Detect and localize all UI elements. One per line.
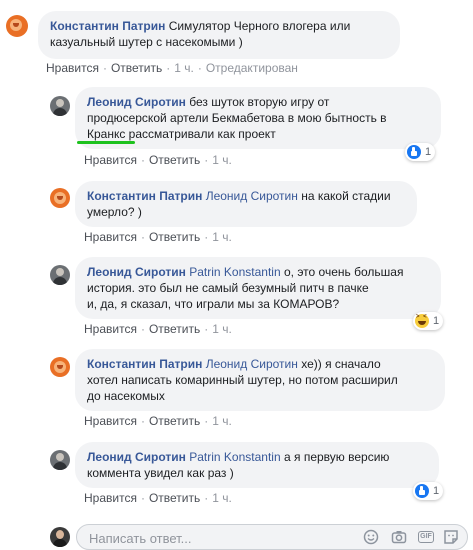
reply-link[interactable]: Ответить [111, 61, 162, 75]
current-user-avatar [50, 527, 70, 547]
comment-text: и, да, я сказал, что играли мы за КОМАРО… [87, 297, 340, 311]
comment-text: Кранкс рассматривали как проект [87, 127, 276, 141]
comment-actions: Нравится · Ответить · 1 ч. [84, 491, 232, 505]
like-reaction-icon [415, 484, 429, 498]
comment-bubble: Леонид Сиротин Patrin Konstantin о, это … [75, 257, 441, 319]
timestamp[interactable]: 1 ч. [212, 491, 232, 505]
comment-text: продюсерской артели Бекмабетова в мою бы… [87, 111, 387, 125]
reply-link[interactable]: Ответить [149, 414, 200, 428]
sticker-icon[interactable] [443, 529, 459, 545]
like-link[interactable]: Нравится [84, 414, 137, 428]
haha-reaction-icon [415, 314, 429, 328]
comment-actions: Нравится · Ответить · 1 ч. [84, 322, 232, 336]
reaction-number: 1 [425, 146, 432, 158]
comment-text: о, это очень большая [283, 265, 404, 279]
avatar[interactable] [50, 265, 70, 285]
like-link[interactable]: Нравится [84, 491, 137, 505]
comment-text: история. это был не самый безумный питч … [87, 281, 369, 295]
like-link[interactable]: Нравится [84, 322, 137, 336]
comment-bubble: Константин Патрин Леонид Сиротин на како… [75, 181, 417, 227]
like-reaction-icon [407, 145, 421, 159]
comment-text: хотел написать комаринный шутер, но пото… [87, 373, 398, 387]
comment-actions: Нравится · Ответить · 1 ч. · Отредактирован [46, 61, 298, 75]
timestamp[interactable]: 1 ч. [212, 414, 232, 428]
reply-link[interactable]: Ответить [149, 322, 200, 336]
reaction-number: 1 [433, 485, 440, 497]
avatar[interactable] [50, 450, 70, 470]
timestamp[interactable]: 1 ч. [212, 230, 232, 244]
mention-link[interactable]: Леонид Сиротин [206, 357, 298, 371]
reaction-count[interactable]: 1 [413, 312, 444, 330]
like-link[interactable]: Нравится [46, 61, 99, 75]
comment-actions: Нравится · Ответить · 1 ч. [84, 230, 232, 244]
reply-link[interactable]: Ответить [149, 491, 200, 505]
avatar[interactable] [6, 15, 28, 37]
comment-text: до насекомых [87, 389, 165, 403]
avatar[interactable] [50, 357, 70, 377]
like-link[interactable]: Нравится [84, 230, 137, 244]
comment-author[interactable]: Константин Патрин [87, 189, 202, 203]
comment-actions: Нравится · Ответить · 1 ч. [84, 153, 232, 167]
mention-link[interactable]: Patrin Konstantin [189, 265, 280, 279]
comment-text: Симулятор Черного влогера или [168, 19, 351, 33]
comment-author[interactable]: Константин Патрин [87, 357, 202, 371]
camera-icon[interactable] [391, 529, 407, 545]
comment-bubble: Леонид Сиротин без шуток вторую игру от … [75, 87, 441, 149]
timestamp[interactable]: 1 ч. [212, 153, 232, 167]
reply-link[interactable]: Ответить [149, 230, 200, 244]
timestamp[interactable]: 1 ч. [174, 61, 194, 75]
edited-label[interactable]: Отредактирован [206, 61, 298, 75]
comment-author[interactable]: Леонид Сиротин [87, 450, 186, 464]
reaction-count[interactable]: 1 [405, 143, 436, 161]
reaction-count[interactable]: 1 [413, 482, 444, 500]
comment-text: хе)) я сначало [301, 357, 381, 371]
emoji-icon[interactable] [363, 529, 379, 545]
highlight-underline [77, 141, 135, 144]
comment-actions: Нравится · Ответить · 1 ч. [84, 414, 232, 428]
reply-link[interactable]: Ответить [149, 153, 200, 167]
timestamp[interactable]: 1 ч. [212, 322, 232, 336]
avatar[interactable] [50, 96, 70, 116]
comment-bubble: Константин Патрин Леонид Сиротин хе)) я … [75, 349, 445, 411]
comment-text: коммента увидел как раз ) [87, 466, 234, 480]
avatar[interactable] [50, 188, 70, 208]
reply-composer: GIF [76, 524, 468, 550]
mention-link[interactable]: Леонид Сиротин [206, 189, 298, 203]
reaction-number: 1 [433, 315, 440, 327]
gif-icon[interactable]: GIF [418, 531, 434, 543]
comment-text: без шуток вторую игру от [189, 95, 330, 109]
comment-author[interactable]: Константин Патрин [50, 19, 165, 33]
comment-text: умерло? ) [87, 205, 142, 219]
comment-author[interactable]: Леонид Сиротин [87, 265, 186, 279]
comment-text: казуальный шутер с насекомыми ) [50, 35, 243, 49]
reply-input[interactable] [87, 528, 331, 548]
like-link[interactable]: Нравится [84, 153, 137, 167]
comment-text: на какой стадии [301, 189, 391, 203]
comment-bubble: Леонид Сиротин Patrin Konstantin а я пер… [75, 442, 439, 488]
comment-text: а я первую версию [283, 450, 390, 464]
comment-bubble: Константин Патрин Симулятор Черного влог… [38, 11, 400, 59]
comment-author[interactable]: Леонид Сиротин [87, 95, 186, 109]
mention-link[interactable]: Patrin Konstantin [189, 450, 280, 464]
